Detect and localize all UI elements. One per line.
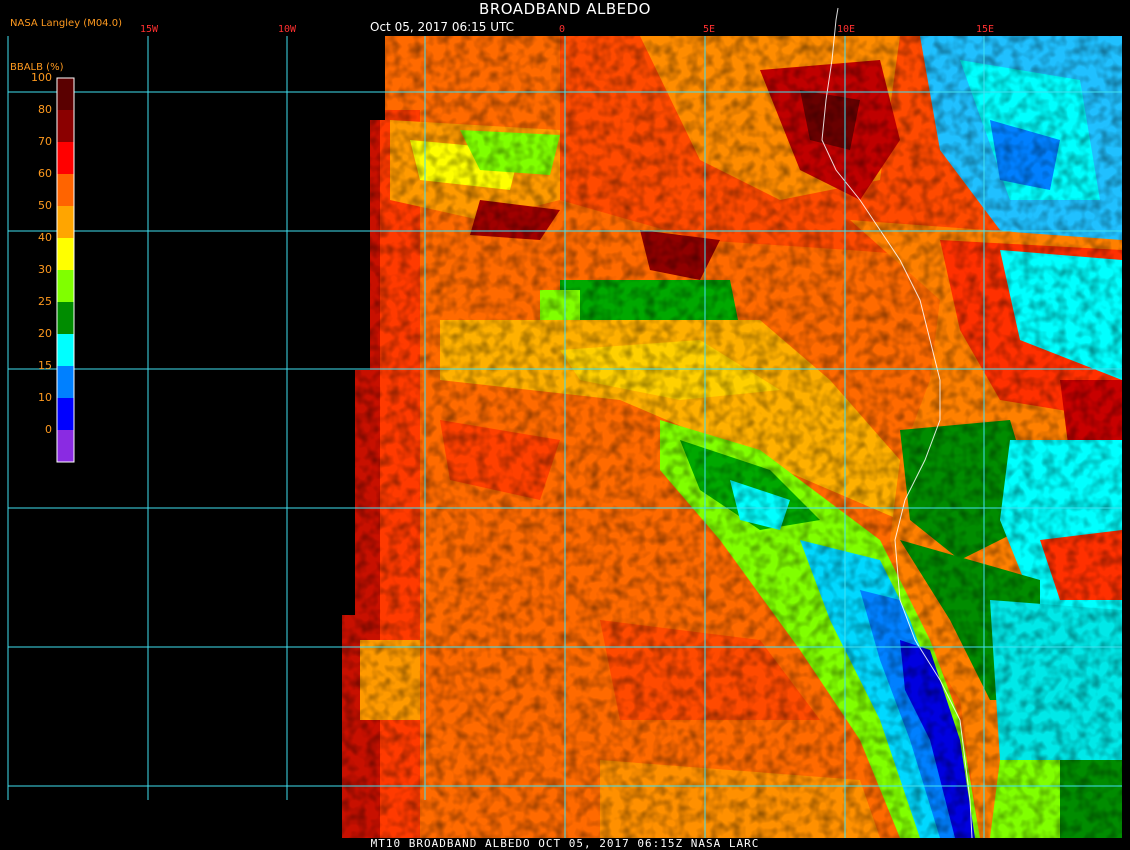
credit-label: NASA Langley (M04.0) [10, 18, 122, 29]
map-subtitle: Oct 05, 2017 06:15 UTC [370, 20, 514, 34]
legend-swatch [57, 174, 74, 206]
lon-label-15e: 15E [976, 24, 995, 35]
legend-swatch [57, 366, 74, 398]
legend-tick-label: 100 [31, 71, 52, 84]
legend-tick-label: 10 [38, 391, 52, 404]
legend-tick-label: 50 [38, 199, 52, 212]
satellite-image [342, 36, 1122, 838]
legend-swatch [57, 398, 74, 430]
legend-swatch [57, 270, 74, 302]
lon-label-10w: 10W [278, 24, 297, 35]
legend-tick-label: 40 [38, 231, 52, 244]
legend-tick-label: 15 [38, 359, 52, 372]
legend-swatch [57, 78, 74, 110]
legend-swatch [57, 238, 74, 270]
legend-swatch [57, 110, 74, 142]
lon-label-15w: 15W [140, 24, 159, 35]
lon-label-0: 0 [559, 24, 566, 35]
legend-swatch [57, 142, 74, 174]
albedo-map [7, 7, 1122, 839]
legend-swatch [57, 430, 74, 462]
legend-swatch [57, 206, 74, 238]
legend-swatch [57, 302, 74, 334]
legend-tick-label: 25 [38, 295, 52, 308]
lon-label-5e: 5E [703, 24, 716, 35]
map-title: BROADBAND ALBEDO [479, 0, 651, 18]
legend-tick-label: 60 [38, 167, 52, 180]
legend-colorbar [56, 77, 75, 463]
footer-caption: MT10 BROADBAND ALBEDO OCT 05, 2017 06:15… [370, 837, 760, 850]
legend-tick-label: 20 [38, 327, 52, 340]
legend-tick-label: 30 [38, 263, 52, 276]
lon-label-10e: 10E [837, 24, 856, 35]
legend-swatch [57, 334, 74, 366]
legend-tick-label: 0 [45, 423, 52, 436]
legend-tick-label: 80 [38, 103, 52, 116]
legend-tick-label: 70 [38, 135, 52, 148]
